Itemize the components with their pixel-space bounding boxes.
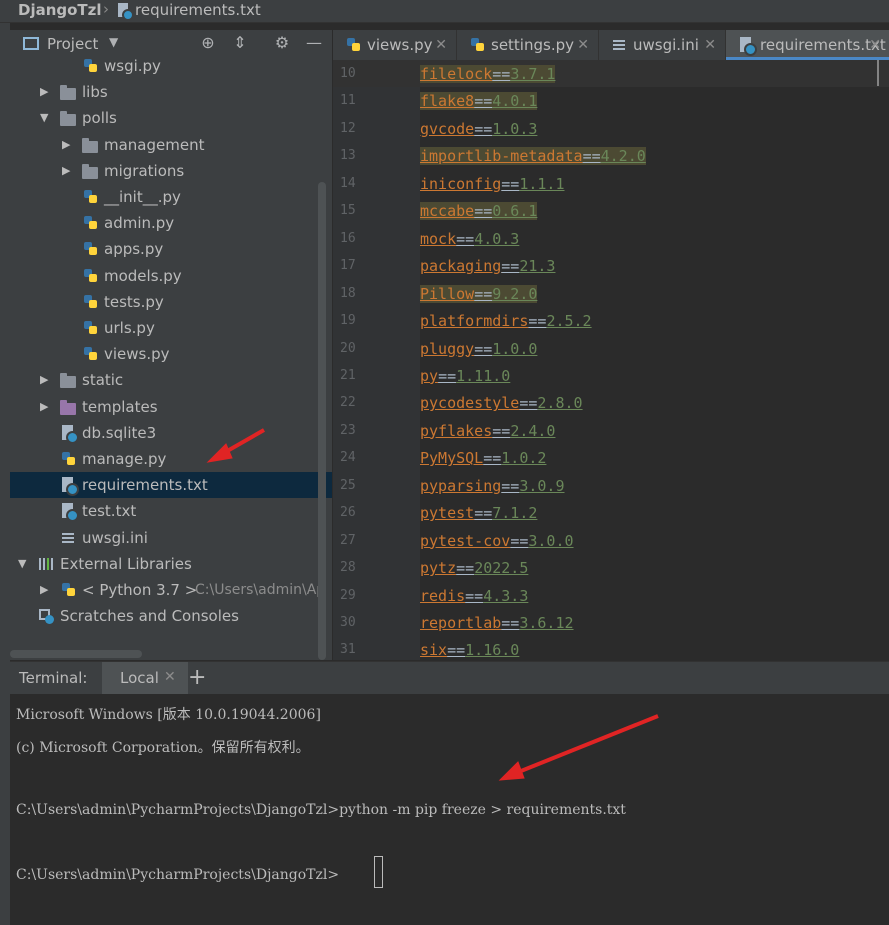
- annotation-arrow-terminal: [498, 714, 659, 781]
- annotation-arrows: [206, 428, 659, 781]
- annotation-arrow-tree: [206, 428, 265, 463]
